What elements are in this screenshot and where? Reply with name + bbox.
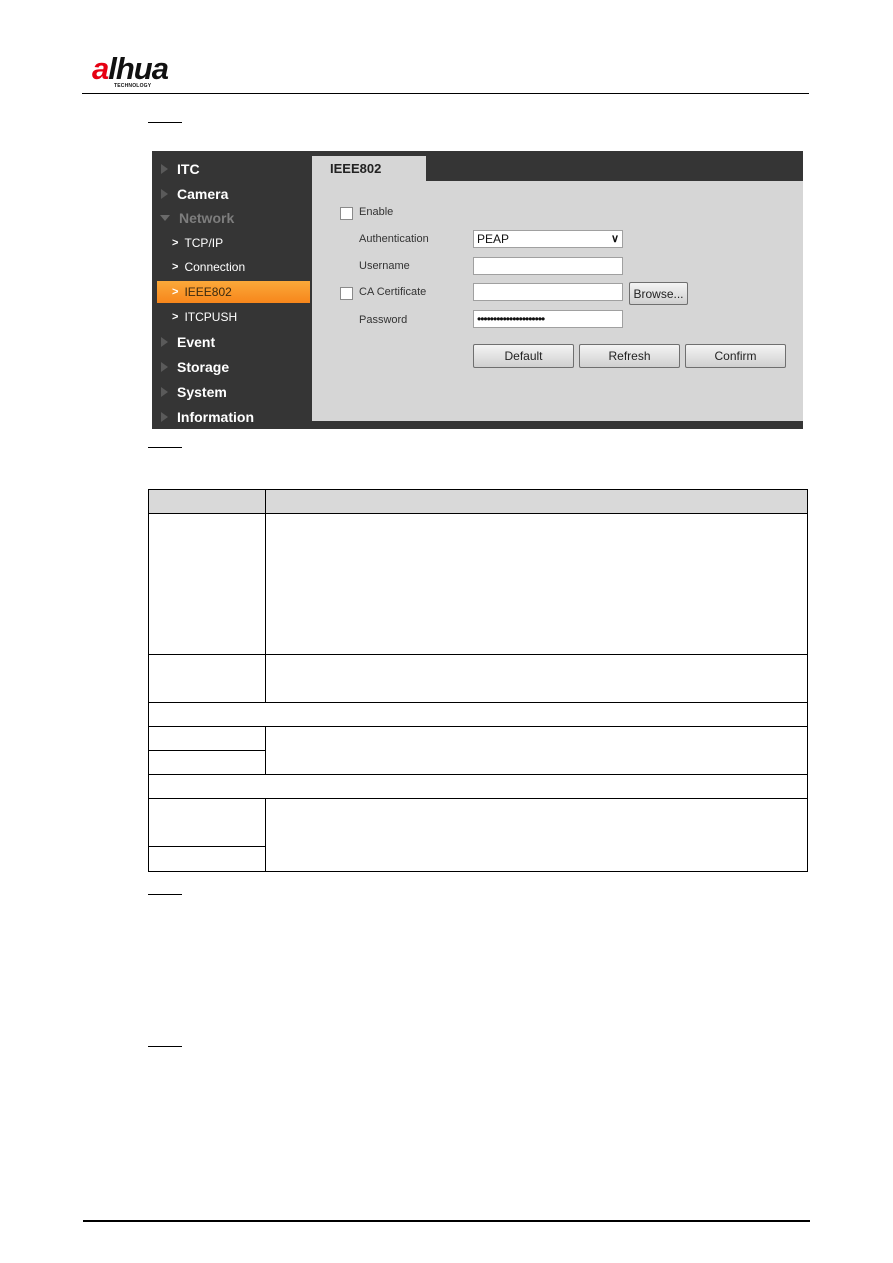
sidebar-item-camera[interactable]: Camera xyxy=(152,182,312,206)
tab-bar: IEEE802 xyxy=(312,151,803,181)
sidebar-item-event[interactable]: Event xyxy=(152,330,312,354)
table-cell xyxy=(148,750,266,775)
table-cell xyxy=(265,798,808,872)
table-section-row xyxy=(148,702,808,727)
triangle-right-icon xyxy=(161,164,168,174)
sidebar-subitem-label: ITCPUSH xyxy=(184,310,238,324)
step-marker xyxy=(148,1046,182,1047)
dahua-logo: alhua TECHNOLOGY xyxy=(92,52,192,90)
table-cell xyxy=(148,726,266,751)
confirm-button[interactable]: Confirm xyxy=(685,344,786,368)
table-cell xyxy=(148,702,808,727)
default-button[interactable]: Default xyxy=(473,344,574,368)
table-section-row xyxy=(148,774,808,799)
password-input[interactable]: ••••••••••••••••••••• xyxy=(473,310,623,328)
table-row xyxy=(148,726,808,775)
refresh-button[interactable]: Refresh xyxy=(579,344,680,368)
sidebar-subitem-itcpush[interactable]: > ITCPUSH xyxy=(157,306,310,328)
header-divider xyxy=(82,93,809,94)
authentication-value: PEAP xyxy=(477,232,510,246)
table-cell xyxy=(148,774,808,799)
logo-wordmark: alhua xyxy=(92,51,169,86)
chevron-right-icon: > xyxy=(172,286,179,298)
sidebar-subitem-connection[interactable]: > Connection xyxy=(157,256,310,278)
footer-divider xyxy=(83,1220,810,1222)
table-header-cell xyxy=(265,489,808,514)
triangle-down-icon xyxy=(160,215,170,221)
tab-ieee802[interactable]: IEEE802 xyxy=(312,156,426,181)
enable-label: Enable xyxy=(359,206,394,218)
triangle-right-icon xyxy=(161,337,168,347)
sidebar-subitem-label: TCP/IP xyxy=(184,236,224,250)
sidebar-item-system[interactable]: System xyxy=(152,380,312,404)
sidebar-subitem-tcpip[interactable]: > TCP/IP xyxy=(157,232,310,254)
chevron-right-icon: > xyxy=(172,311,179,323)
table-cell xyxy=(148,846,266,872)
table-cell xyxy=(148,654,266,703)
table-cell xyxy=(265,726,808,775)
step-marker xyxy=(148,122,182,123)
sidebar-item-label: Camera xyxy=(177,186,229,202)
ui-screenshot: ITC Camera Network > TCP/IP > Connection… xyxy=(152,151,803,429)
sidebar-subitem-ieee802[interactable]: > IEEE802 xyxy=(157,281,310,303)
authentication-select[interactable]: PEAP ∨ xyxy=(473,230,623,248)
sidebar-item-label: ITC xyxy=(177,161,200,177)
sidebar-item-label: Information xyxy=(177,409,254,425)
step-marker xyxy=(148,894,182,895)
table-cell xyxy=(265,654,808,703)
table-header-cell xyxy=(148,489,266,514)
sidebar-item-itc[interactable]: ITC xyxy=(152,157,312,181)
browse-button[interactable]: Browse... xyxy=(629,282,688,305)
enable-checkbox[interactable] xyxy=(340,207,353,220)
ca-certificate-label: CA Certificate xyxy=(359,286,427,298)
triangle-right-icon xyxy=(161,387,168,397)
table-cell xyxy=(148,513,266,655)
username-input[interactable] xyxy=(473,257,623,275)
chevron-right-icon: > xyxy=(172,237,179,249)
parameter-table xyxy=(148,489,808,872)
sidebar-item-label: Event xyxy=(177,334,216,350)
table-row xyxy=(148,513,808,655)
sidebar-subitem-label: Connection xyxy=(184,260,246,274)
sidebar-item-label: Storage xyxy=(177,359,230,375)
sidebar-item-network[interactable]: Network xyxy=(152,206,312,230)
ca-certificate-checkbox[interactable] xyxy=(340,287,353,300)
table-row xyxy=(148,654,808,703)
table-cell xyxy=(265,513,808,655)
username-label: Username xyxy=(359,260,410,272)
ca-certificate-input[interactable] xyxy=(473,283,623,301)
chevron-down-icon: ∨ xyxy=(610,233,619,245)
authentication-label: Authentication xyxy=(359,233,429,245)
triangle-right-icon xyxy=(161,189,168,199)
table-header-row xyxy=(148,489,808,514)
password-label: Password xyxy=(359,314,408,326)
table-cell xyxy=(148,798,266,847)
chevron-right-icon: > xyxy=(172,261,179,273)
triangle-right-icon xyxy=(161,412,168,422)
content-bottom-bar xyxy=(312,421,803,429)
sidebar-item-storage[interactable]: Storage xyxy=(152,355,312,379)
step-marker xyxy=(148,447,182,448)
logo-subtitle: TECHNOLOGY xyxy=(114,83,152,89)
sidebar-subitem-label: IEEE802 xyxy=(184,285,232,299)
sidebar-item-information[interactable]: Information xyxy=(152,405,312,429)
sidebar-item-label: Network xyxy=(179,210,235,226)
table-row xyxy=(148,798,808,872)
sidebar-item-label: System xyxy=(177,384,227,400)
triangle-right-icon xyxy=(161,362,168,372)
content-panel: IEEE802 Enable Authentication PEAP ∨ Use… xyxy=(312,151,803,421)
sidebar: ITC Camera Network > TCP/IP > Connection… xyxy=(152,151,312,429)
